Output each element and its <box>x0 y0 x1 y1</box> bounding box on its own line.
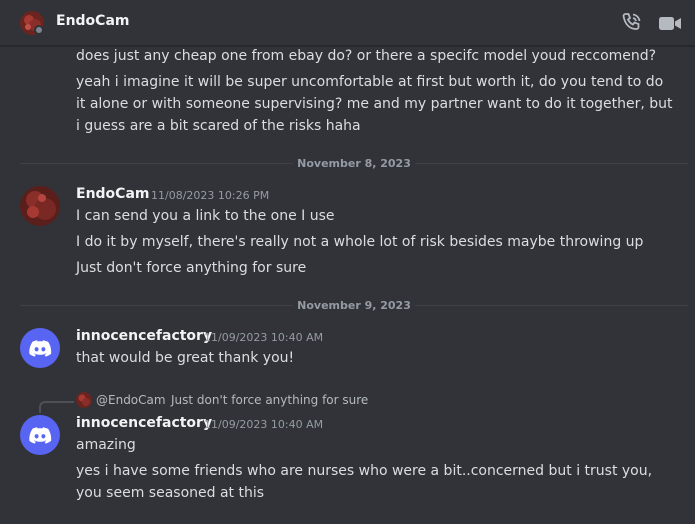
discord-default-avatar-icon[interactable] <box>20 415 60 455</box>
offline-status-indicator <box>34 25 44 35</box>
message-text: I can send you a link to the one I use <box>76 208 335 224</box>
date-divider: November 9, 2023 <box>20 299 688 312</box>
voice-call-icon[interactable] <box>619 11 643 35</box>
message-timestamp: 11/09/2023 10:40 AM <box>204 331 324 344</box>
reply-author-avatar[interactable] <box>76 392 92 408</box>
message-text: amazing <box>76 437 136 453</box>
message-text: does just any cheap one from ebay do? or… <box>76 48 657 64</box>
message-author[interactable]: innocencefactory <box>76 415 212 431</box>
message-text: I do it by myself, there's really not a … <box>76 234 644 250</box>
endocam-avatar[interactable] <box>20 186 60 226</box>
message-text: Just don't force anything for sure <box>76 260 307 276</box>
message-author[interactable]: EndoCam <box>76 186 149 202</box>
message-text: that would be great thank you! <box>76 350 295 366</box>
reply-preview-text[interactable]: Just don't force anything for sure <box>171 393 368 407</box>
message-text: yeah i imagine it will be super uncomfor… <box>76 74 664 90</box>
message-timestamp: 11/09/2023 10:40 AM <box>204 418 324 431</box>
reply-author[interactable]: @EndoCam <box>96 393 166 407</box>
message-text: you seem seasoned at this <box>76 485 265 501</box>
discord-default-avatar-icon[interactable] <box>20 328 60 368</box>
reply-connector <box>39 401 74 413</box>
video-call-icon[interactable] <box>658 11 682 35</box>
channel-header: EndoCam <box>0 0 695 46</box>
message-author[interactable]: innocencefactory <box>76 328 212 344</box>
message-text: i guess are a bit scared of the risks ha… <box>76 118 361 134</box>
date-divider: November 8, 2023 <box>20 157 688 170</box>
message-text: it alone or with someone supervising? me… <box>76 96 673 112</box>
channel-title[interactable]: EndoCam <box>56 13 129 29</box>
message-text: yes i have some friends who are nurses w… <box>76 463 653 479</box>
message-timestamp: 11/08/2023 10:26 PM <box>151 189 270 202</box>
date-divider-label: November 8, 2023 <box>293 157 415 170</box>
date-divider-label: November 9, 2023 <box>293 299 415 312</box>
